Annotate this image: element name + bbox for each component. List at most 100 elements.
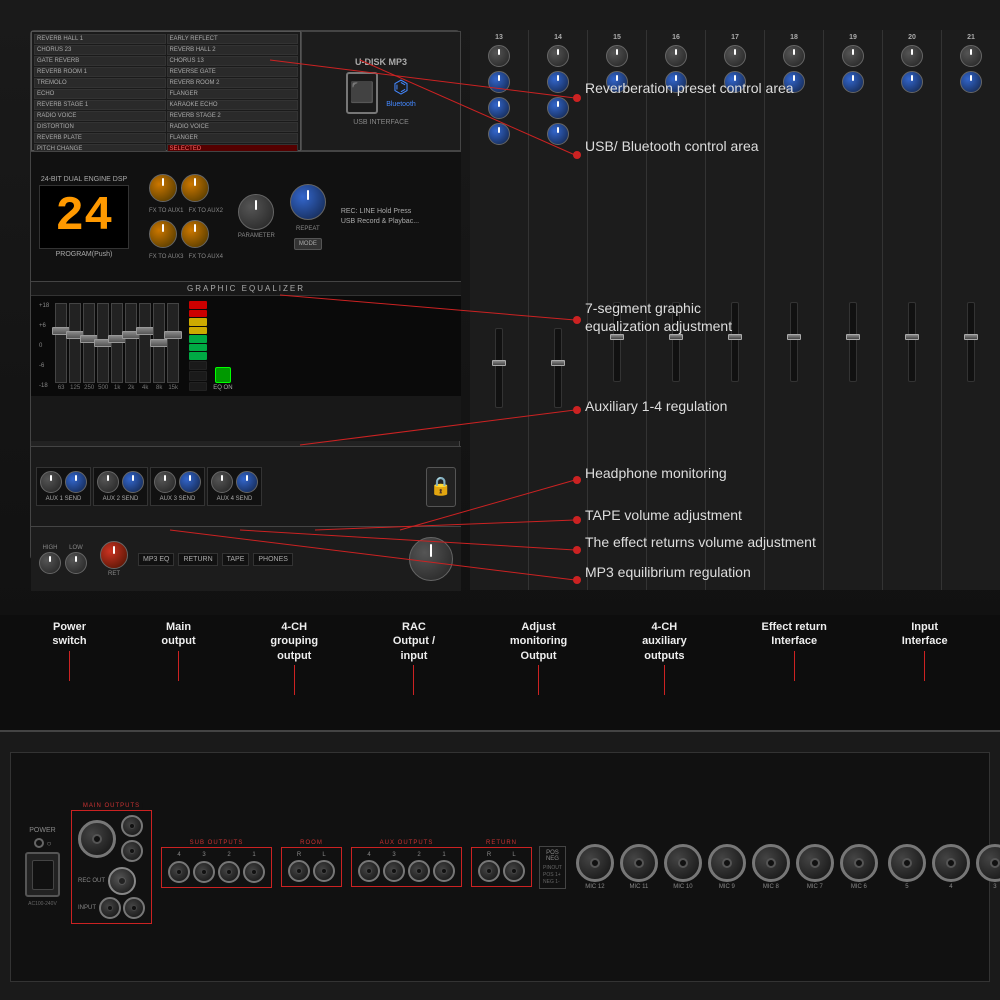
aux2-send-knob2[interactable] xyxy=(122,471,144,493)
power-switch-toggle[interactable] xyxy=(34,838,44,848)
ch21-fader[interactable] xyxy=(967,302,975,382)
fx-knob-1[interactable] xyxy=(149,174,177,202)
mic-xlr-6[interactable] xyxy=(840,844,878,882)
eq-fader-2khz[interactable]: 2k xyxy=(125,303,137,391)
aux3-send-knob2[interactable] xyxy=(179,471,201,493)
lock-icon[interactable]: 🔒 xyxy=(426,467,456,507)
input-jack-r[interactable] xyxy=(99,897,121,919)
sub-jack-2[interactable] xyxy=(218,861,240,883)
ch19-gain[interactable] xyxy=(842,45,864,67)
eq-on-button[interactable]: EQ ON xyxy=(213,367,232,391)
repeat-knob[interactable] xyxy=(290,184,326,220)
bluetooth-icon: ⌬ xyxy=(393,77,409,98)
input-jack-l[interactable] xyxy=(123,897,145,919)
parameter-knob[interactable] xyxy=(238,194,274,230)
mic-xlr-10[interactable] xyxy=(664,844,702,882)
ch18-fader[interactable] xyxy=(790,302,798,382)
eq-fader-4khz[interactable]: 4k xyxy=(139,303,151,391)
sub-jack-1[interactable] xyxy=(243,861,265,883)
fx-knob-2[interactable] xyxy=(181,174,209,202)
ch13-eq-hi[interactable] xyxy=(488,71,510,93)
ch4-xlr[interactable] xyxy=(932,844,970,882)
preset-item: FLANGER xyxy=(167,89,299,99)
led-yellow-2 xyxy=(189,327,207,335)
aux1-send-knob2[interactable] xyxy=(65,471,87,493)
ch20-gain[interactable] xyxy=(901,45,923,67)
return-jack-r[interactable] xyxy=(478,860,500,882)
aux-out-4[interactable] xyxy=(358,860,380,882)
ch14-eq-mid[interactable] xyxy=(547,97,569,119)
ch17-fader[interactable] xyxy=(731,302,739,382)
ch21-eq[interactable] xyxy=(960,71,982,93)
ch20-fader[interactable] xyxy=(908,302,916,382)
eq-fader-125hz[interactable]: 125 xyxy=(69,303,81,391)
aux-out-1[interactable] xyxy=(433,860,455,882)
aux4-send-knob[interactable] xyxy=(211,471,233,493)
return-knob[interactable] xyxy=(100,541,128,569)
eq-fader-500hz[interactable]: 500 xyxy=(97,303,109,391)
main-jack-r[interactable] xyxy=(121,815,143,837)
high-knob[interactable] xyxy=(39,552,61,574)
fx-knob-3[interactable] xyxy=(149,220,177,248)
return-jack-l[interactable] xyxy=(503,860,525,882)
ch14-eq-lo[interactable] xyxy=(547,123,569,145)
eq-on-label: EQ ON xyxy=(213,385,232,391)
aux3-send-knob[interactable] xyxy=(154,471,176,493)
fx-knob-4[interactable] xyxy=(181,220,209,248)
power-label: POWER xyxy=(29,827,55,834)
aux4-send-knob2[interactable] xyxy=(236,471,258,493)
rec-out-xlr[interactable] xyxy=(108,867,136,895)
aux-outputs-label: AUX OUTPUTS xyxy=(378,840,436,846)
high-low-section: HIGH LOW xyxy=(39,545,87,574)
ch19-eq[interactable] xyxy=(842,71,864,93)
ch17-gain[interactable] xyxy=(724,45,746,67)
ch21-gain[interactable] xyxy=(960,45,982,67)
aux-out-3[interactable] xyxy=(383,860,405,882)
eq-fader-1khz[interactable]: 1k xyxy=(111,303,123,391)
ch3-xlr[interactable] xyxy=(976,844,1000,882)
mic-xlr-12[interactable] xyxy=(576,844,614,882)
bottom-controls-section: HIGH LOW RET MP3 EQ xyxy=(31,526,461,591)
aux2-send-knob[interactable] xyxy=(97,471,119,493)
ch20-eq[interactable] xyxy=(901,71,923,93)
sub-jack-3[interactable] xyxy=(193,861,215,883)
ch13-fader[interactable] xyxy=(495,328,503,408)
ch16-gain[interactable] xyxy=(665,45,687,67)
preset-item: EARLY REFLECT xyxy=(167,34,299,44)
main-jack-l[interactable] xyxy=(121,840,143,862)
room-jack-l[interactable] xyxy=(313,860,335,882)
mic-label-6: MIC 6 xyxy=(851,884,867,890)
mic-xlr-11[interactable] xyxy=(620,844,658,882)
mic-xlr-7[interactable] xyxy=(796,844,834,882)
ch13-gain[interactable] xyxy=(488,45,510,67)
eq-fader-250hz[interactable]: 250 xyxy=(83,303,95,391)
ch14-gain[interactable] xyxy=(547,45,569,67)
aux-out-2[interactable] xyxy=(408,860,430,882)
sub-jack-4[interactable] xyxy=(168,861,190,883)
ch13-eq-mid[interactable] xyxy=(488,97,510,119)
power-switch-area[interactable]: ○ xyxy=(34,838,52,848)
rec-out-label: REC OUT xyxy=(78,878,105,884)
mic-xlr-8[interactable] xyxy=(752,844,790,882)
room-jack-r[interactable] xyxy=(288,860,310,882)
main-outputs-label: MAIN OUTPUTS xyxy=(81,803,142,809)
main-output-label: Mainoutput xyxy=(161,620,195,649)
ch14-fader[interactable] xyxy=(554,328,562,408)
phones-volume-knob[interactable] xyxy=(409,537,453,581)
ch13-eq-lo[interactable] xyxy=(488,123,510,145)
ch14-eq-hi[interactable] xyxy=(547,71,569,93)
aux1-send-knob[interactable] xyxy=(40,471,62,493)
usb-port-icon[interactable]: ⬛ xyxy=(346,72,378,114)
ch18-gain[interactable] xyxy=(783,45,805,67)
main-xlr-out[interactable] xyxy=(78,820,116,858)
ch15-gain[interactable] xyxy=(606,45,628,67)
ch19-fader[interactable] xyxy=(849,302,857,382)
mic-input-12: MIC 12 xyxy=(576,844,614,890)
ch5-xlr[interactable] xyxy=(888,844,926,882)
eq-fader-15khz[interactable]: 15k xyxy=(167,303,179,391)
eq-fader-63hz[interactable]: 63 xyxy=(55,303,67,391)
mic-xlr-9[interactable] xyxy=(708,844,746,882)
low-knob[interactable] xyxy=(65,552,87,574)
eq-fader-8khz[interactable]: 8k xyxy=(153,303,165,391)
mode-button[interactable]: MODE xyxy=(294,238,322,250)
